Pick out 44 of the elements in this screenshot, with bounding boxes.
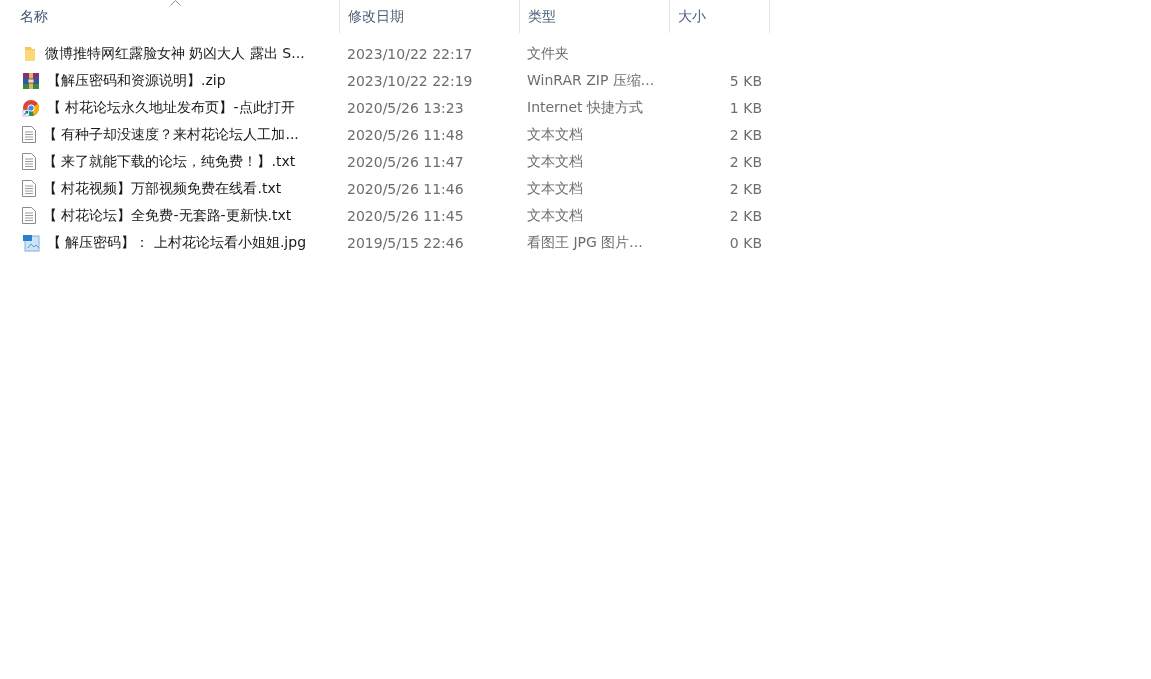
file-name[interactable]: 微博推特网红露脸女神 奶凶大人 露出 S... [45, 44, 305, 63]
file-name[interactable]: 【 村花论坛】全免费-无套路-更新快.txt [43, 206, 292, 225]
file-name[interactable]: 【解压密码和资源说明】.zip [47, 71, 226, 90]
file-type: 文本文档 [527, 206, 583, 225]
file-size: 2 KB [729, 126, 762, 143]
file-name[interactable]: 【 村花论坛永久地址发布页】-点此打开 [47, 98, 295, 117]
file-size: 1 KB [729, 99, 762, 116]
archive-icon [22, 71, 40, 90]
sort-caret-icon [170, 0, 181, 6]
file-type: Internet 快捷方式 [527, 98, 644, 117]
modified-date: 2019/5/15 22:46 [347, 234, 464, 251]
file-name[interactable]: 【 有种子却没速度？来村花论坛人工加... [43, 125, 299, 144]
file-type: 文本文档 [527, 152, 583, 171]
text-document-icon [22, 126, 36, 143]
file-type: 文本文档 [527, 125, 583, 144]
modified-date: 2020/5/26 11:46 [347, 180, 464, 197]
modified-date: 2020/5/26 11:48 [347, 126, 464, 143]
file-name[interactable]: 【 村花视频】万部视频免费在线看.txt [43, 179, 282, 198]
file-size: 2 KB [729, 207, 762, 224]
column-header[interactable]: 类型 [520, 0, 670, 33]
file-name[interactable]: 【 解压密码】： 上村花论坛看小姐姐.jpg [47, 233, 306, 252]
file-size: 5 KB [729, 72, 762, 89]
browser-shortcut-icon [22, 98, 40, 117]
modified-date: 2020/5/26 11:47 [347, 153, 464, 170]
column-header[interactable]: 名称 [0, 0, 340, 33]
file-type: WinRAR ZIP 压缩... [527, 71, 655, 90]
file-type: 看图王 JPG 图片... [527, 233, 643, 252]
text-document-icon [22, 180, 36, 197]
image-file-icon [22, 233, 40, 252]
modified-date: 2023/10/22 22:19 [347, 72, 473, 89]
column-header[interactable]: 大小 [670, 0, 770, 33]
text-document-icon [22, 207, 36, 224]
folder-icon [22, 45, 38, 62]
file-size: 2 KB [729, 180, 762, 197]
file-name[interactable]: 【 来了就能下载的论坛，纯免费！】.txt [43, 152, 296, 171]
text-document-icon [22, 153, 36, 170]
modified-date: 2020/5/26 11:45 [347, 207, 464, 224]
file-type: 文本文档 [527, 179, 583, 198]
file-size: 0 KB [729, 234, 762, 251]
file-type: 文件夹 [527, 44, 569, 63]
modified-date: 2023/10/22 22:17 [347, 45, 473, 62]
modified-date: 2020/5/26 13:23 [347, 99, 464, 116]
column-header[interactable]: 修改日期 [340, 0, 520, 33]
file-size: 2 KB [729, 153, 762, 170]
